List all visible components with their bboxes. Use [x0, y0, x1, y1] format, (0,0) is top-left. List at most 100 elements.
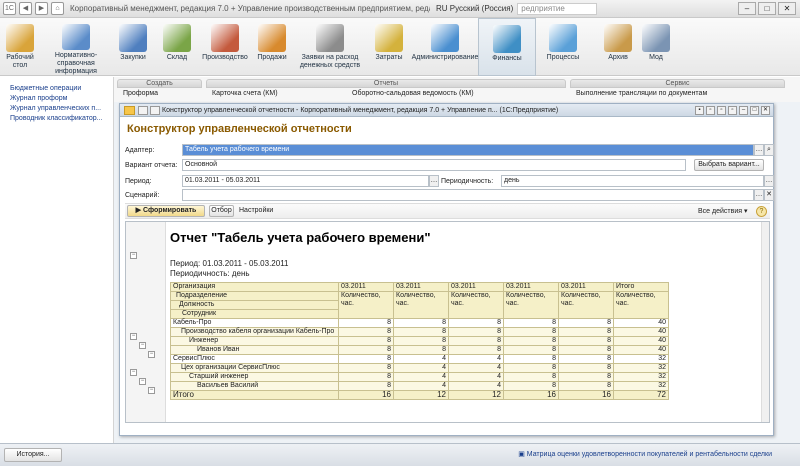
- periodicity-select-button[interactable]: …: [764, 175, 774, 187]
- window-title: Корпоративный менеджмент, редакция 7.0 +…: [70, 4, 430, 13]
- app-menu-icon[interactable]: 1С: [3, 2, 16, 15]
- collapse-icon[interactable]: −: [148, 387, 155, 394]
- processes-icon: [549, 24, 577, 52]
- all-actions-menu[interactable]: Все действия ▾: [698, 207, 748, 215]
- section-label: Закупки: [120, 54, 146, 61]
- back-icon[interactable]: [138, 105, 148, 115]
- table-row[interactable]: Цех организации СервисПлюс 8 4 4 8 8 32: [170, 363, 669, 373]
- group-create: Создать Проформа: [117, 79, 202, 101]
- section-label: Администрирование: [411, 54, 479, 61]
- table-row[interactable]: СервисПлюс 8 4 4 8 8 32: [170, 354, 669, 364]
- section-label: Нормативно-справочная информация: [54, 52, 98, 75]
- home-icon[interactable]: ⌂: [51, 2, 64, 15]
- collapse-icon[interactable]: −: [130, 252, 137, 259]
- periodicity-field[interactable]: день: [501, 175, 764, 187]
- adapter-select-button[interactable]: …: [754, 144, 764, 156]
- service-translation-link[interactable]: Выполнение трансляции по документам: [570, 88, 785, 100]
- row-label: Инженер: [170, 336, 339, 346]
- scenario-field[interactable]: [182, 189, 754, 201]
- collapse-icon[interactable]: −: [148, 351, 155, 358]
- section-desk[interactable]: Рабочий стол: [0, 18, 40, 76]
- section-archive[interactable]: Архив: [590, 18, 646, 76]
- print-icon[interactable]: ▫: [706, 105, 715, 115]
- maximize-button[interactable]: □: [758, 2, 776, 15]
- back-icon[interactable]: ◀: [19, 2, 32, 15]
- section-processes[interactable]: Процессы: [536, 18, 590, 76]
- archive-icon: [604, 24, 632, 52]
- collapse-icon[interactable]: −: [130, 333, 137, 340]
- total-value: 16: [558, 390, 614, 400]
- section-factory[interactable]: Производство: [200, 18, 250, 76]
- table-row[interactable]: Иванов Иван 8 8 8 8 8 40: [170, 345, 669, 355]
- collapse-icon[interactable]: −: [139, 342, 146, 349]
- row-value: 8: [393, 336, 449, 346]
- finance-icon: [493, 25, 521, 53]
- search-input[interactable]: редприятие: [517, 2, 598, 15]
- section-request[interactable]: Заявки на расход денежных средств: [294, 18, 366, 76]
- scenario-clear-icon[interactable]: ✕: [764, 189, 774, 201]
- row-value: 4: [448, 372, 504, 382]
- report-account-card-link[interactable]: Карточка счета (КМ): [206, 88, 346, 100]
- vertical-scrollbar[interactable]: [761, 222, 769, 422]
- row-value: 8: [393, 318, 449, 328]
- variant-field[interactable]: Основной: [182, 159, 686, 171]
- close-button[interactable]: ✕: [761, 105, 770, 115]
- section-coins[interactable]: Затраты: [366, 18, 412, 76]
- total-label: Итого: [170, 390, 339, 400]
- save-icon[interactable]: ▪: [695, 105, 704, 115]
- section-binders[interactable]: Нормативно-справочная информация: [40, 18, 112, 76]
- collapse-icon[interactable]: −: [139, 378, 146, 385]
- history-button[interactable]: История...: [4, 448, 62, 462]
- row-value: 8: [338, 336, 394, 346]
- minimize-button[interactable]: –: [738, 2, 756, 15]
- settings-button[interactable]: Настройки: [239, 207, 273, 214]
- section-warehouse[interactable]: Склад: [154, 18, 200, 76]
- row-value: 8: [448, 336, 504, 346]
- calculator-icon[interactable]: ▫: [728, 105, 737, 115]
- 1c-logo-icon: [124, 105, 135, 115]
- section-truck[interactable]: Закупки: [112, 18, 154, 76]
- filter-button[interactable]: Отбор: [209, 205, 234, 217]
- total-row: Итого 16 12 12 16 16 72: [170, 390, 669, 400]
- maximize-button[interactable]: □: [750, 105, 759, 115]
- period-select-button[interactable]: …: [429, 175, 439, 187]
- nav-item-proforma-journal[interactable]: Журнал проформ: [0, 94, 113, 104]
- periodicity-label: Периодичность:: [441, 177, 494, 185]
- report-turnover-balance-link[interactable]: Оборотно-сальдовая ведомость (КМ): [346, 88, 474, 100]
- table-row[interactable]: Васильев Василий 8 4 4 8 8 32: [170, 381, 669, 391]
- table-row[interactable]: Старший инженер 8 4 4 8 8 32: [170, 372, 669, 382]
- scenario-select-button[interactable]: …: [754, 189, 764, 201]
- table-row[interactable]: Производство кабеля организации Кабель-П…: [170, 327, 669, 337]
- row-value: 8: [558, 318, 614, 328]
- section-admin[interactable]: Администрирование: [412, 18, 478, 76]
- row-value: 40: [613, 345, 669, 355]
- nav-item-budget-operations[interactable]: Бюджетные операции: [0, 84, 113, 94]
- create-proforma-link[interactable]: Проформа: [117, 88, 202, 100]
- copy-icon[interactable]: ▫: [717, 105, 726, 115]
- form-report-button[interactable]: ▶ Сформировать: [127, 205, 205, 217]
- close-button[interactable]: ✕: [778, 2, 796, 15]
- section-finance[interactable]: Финансы: [478, 18, 536, 76]
- section-cart[interactable]: Продажи: [250, 18, 294, 76]
- table-row[interactable]: Инженер 8 8 8 8 8 40: [170, 336, 669, 346]
- language-indicator[interactable]: RU Русский (Россия): [436, 4, 513, 13]
- status-link[interactable]: ▣ Матрица оценки удовлетворенности покуп…: [518, 450, 772, 458]
- status-bar: История... ▣ Матрица оценки удовлетворен…: [0, 443, 800, 466]
- table-row[interactable]: Кабель-Про 8 8 8 8 8 40: [170, 318, 669, 328]
- section-module[interactable]: Мод: [642, 18, 670, 76]
- adapter-search-icon[interactable]: ⌕: [764, 144, 774, 156]
- minimize-button[interactable]: –: [739, 105, 748, 115]
- help-icon[interactable]: ?: [756, 206, 767, 217]
- period-field[interactable]: 01.03.2011 - 05.03.2011: [182, 175, 429, 187]
- collapse-icon[interactable]: −: [130, 369, 137, 376]
- nav-item-classifier-explorer[interactable]: Проводник классификатор...: [0, 114, 113, 124]
- adapter-field[interactable]: Табель учета рабочего времени: [182, 144, 754, 156]
- forward-icon[interactable]: [150, 105, 160, 115]
- nav-item-management-journal[interactable]: Журнал управленческих п...: [0, 104, 113, 114]
- forward-icon[interactable]: ▶: [35, 2, 48, 15]
- choose-variant-button[interactable]: Выбрать вариант...: [694, 159, 764, 171]
- header-row: Подразделение Количество, час. Количество,…: [170, 291, 669, 319]
- report-toolbar: ▶ Сформировать Отбор Настройки Все дейст…: [125, 203, 770, 219]
- row-label: Старший инженер: [170, 372, 339, 382]
- total-value: 12: [393, 390, 449, 400]
